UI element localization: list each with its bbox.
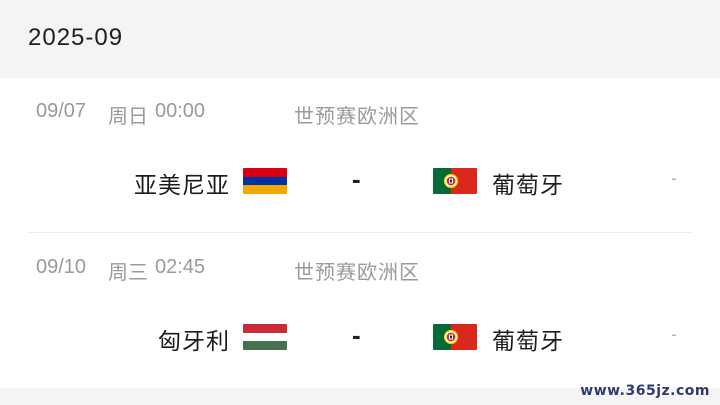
month-label: 2025-09: [28, 24, 124, 51]
divider: [28, 232, 692, 233]
match-result: -: [671, 324, 677, 344]
match-date: 09/10: [36, 256, 87, 278]
match-card[interactable]: 09/07 周日 00:00 世预赛欧洲区 亚美尼亚 - 葡萄牙 -: [0, 78, 720, 228]
watermark: www.365jz.com: [580, 383, 710, 399]
score-separator: -: [352, 320, 361, 350]
portugal-flag-icon: [433, 168, 477, 194]
competition-label: 世预赛欧洲区: [294, 106, 420, 128]
match-weekday: 周三: [108, 262, 148, 284]
home-team-name[interactable]: 匈牙利: [158, 322, 230, 356]
away-team-name[interactable]: 葡萄牙: [492, 322, 564, 356]
portugal-flag-icon: [433, 324, 477, 350]
hungary-flag-icon: [243, 324, 287, 350]
match-date: 09/07: [36, 100, 87, 122]
away-team-name[interactable]: 葡萄牙: [492, 166, 564, 200]
match-weekday: 周日: [108, 106, 148, 128]
score-separator: -: [352, 164, 361, 194]
match-card[interactable]: 09/10 周三 02:45 世预赛欧洲区 匈牙利 - 葡萄牙 -: [0, 234, 720, 384]
match-time: 02:45: [155, 256, 206, 278]
match-time: 00:00: [155, 100, 206, 122]
match-result: -: [671, 168, 677, 188]
armenia-flag-icon: [243, 168, 287, 194]
competition-label: 世预赛欧洲区: [294, 262, 420, 284]
home-team-name[interactable]: 亚美尼亚: [134, 166, 230, 200]
month-header: 2025-09: [0, 0, 720, 78]
